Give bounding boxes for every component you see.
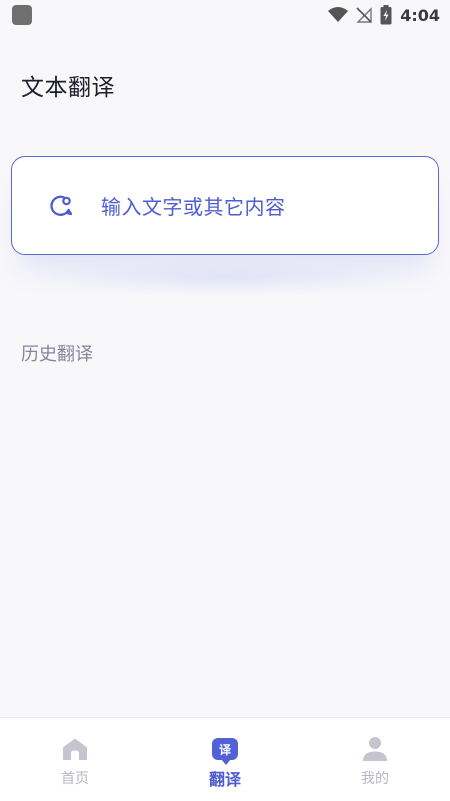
- chat-bubble-icon: [48, 192, 76, 220]
- status-time: 4:04: [400, 5, 440, 25]
- bottom-tab-bar: 首页 译 翻译 我的: [0, 717, 450, 801]
- card-shadow: [30, 258, 420, 298]
- wifi-icon: [328, 7, 349, 22]
- tab-translate-label: 翻译: [208, 770, 241, 789]
- translate-icon: 译: [212, 736, 238, 765]
- tab-profile[interactable]: 我的: [300, 718, 450, 788]
- translate-badge: 译: [212, 738, 238, 765]
- battery-charging-icon: [380, 5, 392, 25]
- tab-profile-label: 我的: [361, 771, 389, 787]
- history-section-title: 历史翻译: [21, 344, 93, 365]
- input-placeholder: 输入文字或其它内容: [101, 195, 286, 219]
- page-title: 文本翻译: [21, 75, 115, 101]
- tab-home-label: 首页: [61, 771, 89, 787]
- text-input-card[interactable]: 输入文字或其它内容: [11, 156, 439, 255]
- no-signal-icon: [356, 7, 372, 23]
- user-icon: [362, 736, 388, 762]
- status-bar: 4:04: [0, 0, 450, 30]
- tab-translate[interactable]: 译 翻译: [150, 718, 300, 790]
- home-icon: [62, 736, 88, 762]
- status-icons: 4:04: [328, 5, 440, 25]
- notification-icon: [12, 5, 32, 25]
- tab-home[interactable]: 首页: [0, 718, 150, 788]
